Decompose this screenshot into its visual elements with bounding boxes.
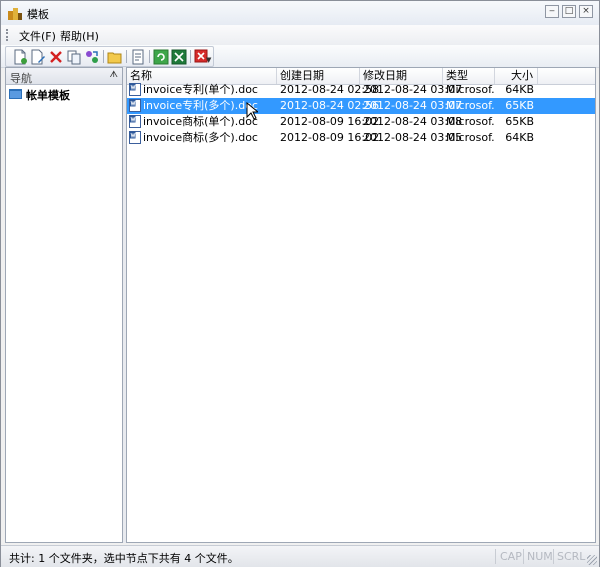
toolbar: ▼ <box>1 45 599 68</box>
copy-icon[interactable] <box>66 49 82 65</box>
file-name: invoice商标(多个).doc <box>143 130 276 146</box>
folder-open-icon[interactable] <box>107 49 123 65</box>
status-divider <box>553 549 554 564</box>
file-type: Microsof... <box>446 98 495 114</box>
window-controls: ‒ □ × <box>545 5 593 18</box>
refresh-sync-icon[interactable] <box>84 49 100 65</box>
nav-item-label: 帐单模板 <box>26 87 70 103</box>
file-size: 64KB <box>495 130 534 146</box>
num-lock-indicator: NUM <box>527 550 553 563</box>
window-title: 模板 <box>27 6 49 22</box>
delete-icon[interactable] <box>48 49 64 65</box>
menu-file[interactable]: 文件(F) <box>15 28 60 44</box>
menubar-grip-icon <box>6 29 11 41</box>
status-bar: 共计: 1 个文件夹，选中节点下共有 4 个文件。 CAP NUM SCRL <box>1 545 599 567</box>
menu-help[interactable]: 帮助(H) <box>56 28 103 44</box>
word-document-icon <box>129 131 141 144</box>
toolbar-overflow-chevron-down-icon[interactable]: ▼ <box>206 56 211 64</box>
mouse-cursor-icon <box>246 102 258 120</box>
status-text: 共计: 1 个文件夹，选中节点下共有 4 个文件。 <box>9 550 239 566</box>
file-type: Microsof... <box>446 130 495 146</box>
nav-header-title: 导航 <box>10 70 32 86</box>
file-size: 65KB <box>495 114 534 130</box>
resize-grip-icon[interactable] <box>587 555 597 565</box>
toolbar-separator <box>126 50 127 63</box>
table-row[interactable]: invoice商标(单个).doc 2012-08-09 16:02 2012-… <box>127 114 595 130</box>
toolbar-separator <box>103 50 104 63</box>
file-type: Microsof... <box>446 114 495 130</box>
status-divider <box>495 549 496 564</box>
folder-icon <box>9 88 22 99</box>
reload-icon[interactable] <box>153 49 169 65</box>
close-icon[interactable]: × <box>579 5 593 18</box>
pin-icon[interactable]: ᗑ <box>110 70 118 80</box>
file-name: invoice专利(单个).doc <box>143 82 276 98</box>
word-document-icon <box>129 83 141 96</box>
minimize-icon[interactable]: ‒ <box>545 5 559 18</box>
app-icon <box>7 5 23 21</box>
app-window: 模板 ‒ □ × 文件(F) 帮助(H) <box>0 0 600 567</box>
nav-header: 导航 ᗑ <box>6 68 122 85</box>
nav-item-bill-templates[interactable]: 帐单模板 <box>6 86 122 102</box>
caps-lock-indicator: CAP <box>500 550 522 563</box>
status-divider <box>523 549 524 564</box>
toolbar-strip: ▼ <box>5 46 214 67</box>
toolbar-separator <box>149 50 150 63</box>
toolbar-separator <box>190 50 191 63</box>
maximize-icon[interactable]: □ <box>562 5 576 18</box>
table-row[interactable]: invoice专利(单个).doc 2012-08-24 02:58 2012-… <box>127 82 595 98</box>
scroll-lock-indicator: SCRL <box>557 550 585 563</box>
file-size: 64KB <box>495 82 534 98</box>
title-bar: 模板 ‒ □ × <box>1 1 599 26</box>
word-document-icon <box>129 99 141 112</box>
excel-icon[interactable] <box>171 49 187 65</box>
word-document-icon <box>129 115 141 128</box>
document-icon[interactable] <box>130 49 146 65</box>
file-list: 名称 创建日期 修改日期 类型 大小 invoice专利(单个).doc 201… <box>126 67 596 543</box>
new-icon[interactable] <box>12 49 28 65</box>
table-row[interactable]: invoice商标(多个).doc 2012-08-09 16:02 2012-… <box>127 130 595 146</box>
table-row-selected[interactable]: invoice专利(多个).doc 2012-08-24 02:56 2012-… <box>127 98 595 114</box>
file-type: Microsof... <box>446 82 495 98</box>
menu-bar: 文件(F) 帮助(H) <box>1 25 599 46</box>
file-size: 65KB <box>495 98 534 114</box>
navigation-panel: 导航 ᗑ 帐单模板 <box>5 67 123 543</box>
edit-icon[interactable] <box>30 49 46 65</box>
